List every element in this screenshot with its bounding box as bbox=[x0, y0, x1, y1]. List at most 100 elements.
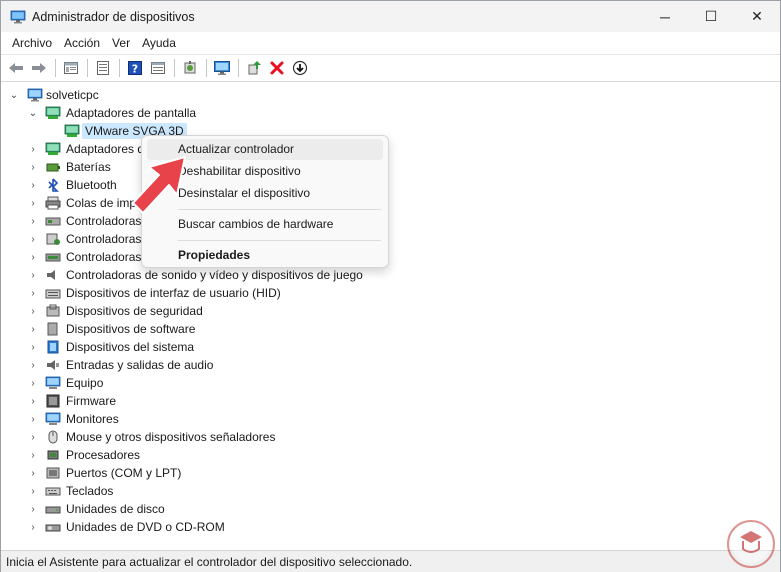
tree-item-category[interactable]: › Controladoras bbox=[1, 248, 780, 266]
tree-item-category[interactable]: › Dispositivos de seguridad bbox=[1, 302, 780, 320]
chevron-right-icon[interactable]: › bbox=[27, 305, 39, 317]
tree-item-label: Controladoras bbox=[66, 250, 142, 264]
chevron-right-icon[interactable]: › bbox=[27, 485, 39, 497]
chevron-right-icon[interactable]: › bbox=[27, 143, 39, 155]
tree-item-label: Dispositivos de interfaz de usuario (HID… bbox=[66, 286, 281, 300]
download-button[interactable] bbox=[289, 57, 311, 79]
keyboard-icon bbox=[45, 487, 61, 496]
add-driver-icon bbox=[248, 61, 261, 75]
toolbar-separator bbox=[119, 59, 120, 77]
menu-ver[interactable]: Ver bbox=[106, 36, 136, 50]
display-adapter-icon bbox=[64, 124, 80, 137]
mouse-icon bbox=[48, 430, 58, 444]
maximize-button[interactable]: ☐ bbox=[688, 1, 734, 32]
tree-item-category[interactable]: › Unidades de DVD o CD-ROM bbox=[1, 518, 780, 536]
disk-icon bbox=[45, 506, 61, 514]
chevron-right-icon[interactable]: › bbox=[27, 233, 39, 245]
display-adapter-icon bbox=[45, 106, 61, 119]
properties-view-button[interactable] bbox=[60, 57, 82, 79]
list-view-button[interactable] bbox=[92, 57, 114, 79]
chevron-right-icon[interactable]: › bbox=[27, 341, 39, 353]
scan-hardware-button[interactable] bbox=[211, 57, 233, 79]
chevron-right-icon[interactable]: › bbox=[27, 323, 39, 335]
tree-item-label: Unidades de DVD o CD-ROM bbox=[66, 520, 225, 534]
chevron-right-icon[interactable]: › bbox=[27, 377, 39, 389]
tree-item-category[interactable]: › Dispositivos del sistema bbox=[1, 338, 780, 356]
chevron-right-icon[interactable]: › bbox=[27, 287, 39, 299]
details-button[interactable] bbox=[147, 57, 169, 79]
svg-text:?: ? bbox=[132, 63, 138, 76]
tree-item-category[interactable]: › Dispositivos de interfaz de usuario (HI… bbox=[1, 284, 780, 302]
chevron-down-icon[interactable]: ⌄ bbox=[27, 107, 39, 119]
tree-item-category[interactable]: › Controladoras bbox=[1, 212, 780, 230]
chevron-down-icon[interactable]: ⌄ bbox=[8, 89, 20, 101]
chevron-right-icon[interactable]: › bbox=[27, 251, 39, 263]
tree-root-row[interactable]: ⌄ solveticpc bbox=[1, 86, 780, 104]
chevron-right-icon[interactable]: › bbox=[27, 215, 39, 227]
tree-item-category[interactable]: › Colas de impr bbox=[1, 194, 780, 212]
tree-item-category[interactable]: › Mouse y otros dispositivos señaladores bbox=[1, 428, 780, 446]
tree-item-label: Teclados bbox=[66, 484, 114, 498]
chevron-right-icon[interactable]: › bbox=[27, 467, 39, 479]
tree-item-vmware-svga[interactable]: VMware SVGA 3D bbox=[1, 122, 780, 140]
tree-item-label: Procesadores bbox=[66, 448, 141, 462]
close-button[interactable]: ✕ bbox=[734, 1, 780, 32]
tree-item-label: Bluetooth bbox=[66, 178, 117, 192]
chevron-right-icon[interactable]: › bbox=[27, 413, 39, 425]
window-title: Administrador de dispositivos bbox=[32, 9, 195, 24]
tree-item-category[interactable]: › Controladoras bbox=[1, 230, 780, 248]
tree-item-category[interactable]: › Controladoras de sonido y vídeo y dispo… bbox=[1, 266, 780, 284]
help-button[interactable]: ? bbox=[124, 57, 146, 79]
tree-item-category[interactable]: › Puertos (COM y LPT) bbox=[1, 464, 780, 482]
forward-button[interactable] bbox=[28, 57, 50, 79]
tree-item-category[interactable]: › Unidades de disco bbox=[1, 500, 780, 518]
bluetooth-icon bbox=[48, 178, 59, 192]
menu-archivo[interactable]: Archivo bbox=[6, 36, 58, 50]
minimize-button[interactable]: ─ bbox=[642, 1, 688, 32]
chevron-right-icon[interactable]: › bbox=[27, 521, 39, 533]
properties-view-icon bbox=[64, 62, 78, 74]
chevron-right-icon[interactable]: › bbox=[27, 449, 39, 461]
chevron-right-icon[interactable]: › bbox=[27, 431, 39, 443]
software-icon bbox=[47, 322, 58, 336]
title-bar[interactable]: Administrador de dispositivos ─ ☐ ✕ bbox=[1, 1, 780, 32]
device-tree[interactable]: ⌄ solveticpc ⌄ Adaptadores de pantalla V… bbox=[1, 83, 780, 550]
add-driver-button[interactable] bbox=[243, 57, 265, 79]
remove-device-button[interactable] bbox=[266, 57, 288, 79]
chevron-right-icon[interactable]: › bbox=[27, 359, 39, 371]
chevron-right-icon[interactable]: › bbox=[27, 503, 39, 515]
menu-ayuda[interactable]: Ayuda bbox=[136, 36, 182, 50]
toolbar-separator bbox=[206, 59, 207, 77]
tree-item-category[interactable]: › Procesadores bbox=[1, 446, 780, 464]
chevron-right-icon[interactable]: › bbox=[27, 179, 39, 191]
tree-item-category[interactable]: › Equipo bbox=[1, 374, 780, 392]
driver-button[interactable] bbox=[179, 57, 201, 79]
chevron-right-icon[interactable]: › bbox=[27, 269, 39, 281]
tree-item-category[interactable]: › Baterías bbox=[1, 158, 780, 176]
controller-icon bbox=[46, 233, 60, 245]
tree-item-label: Monitores bbox=[66, 412, 119, 426]
tree-item-label: Firmware bbox=[66, 394, 116, 408]
tree-item-category[interactable]: › Monitores bbox=[1, 410, 780, 428]
tree-item-label: Equipo bbox=[66, 376, 104, 390]
tree-item-category[interactable]: › Teclados bbox=[1, 482, 780, 500]
chevron-right-icon[interactable]: › bbox=[27, 161, 39, 173]
toolbar-separator bbox=[174, 59, 175, 77]
back-button[interactable] bbox=[5, 57, 27, 79]
tree-item-category[interactable]: › Bluetooth bbox=[1, 176, 780, 194]
menu-accion[interactable]: Acción bbox=[58, 36, 106, 50]
tree-item-category[interactable]: › Adaptadores d bbox=[1, 140, 780, 158]
toolbar-separator bbox=[87, 59, 88, 77]
tree-item-category[interactable]: › Dispositivos de software bbox=[1, 320, 780, 338]
tree-item-category[interactable]: › Entradas y salidas de audio bbox=[1, 356, 780, 374]
hid-icon bbox=[45, 289, 61, 299]
ctx-separator bbox=[178, 209, 381, 210]
chevron-right-icon[interactable]: › bbox=[27, 395, 39, 407]
tree-item-adaptadores-pantalla[interactable]: ⌄ Adaptadores de pantalla bbox=[1, 104, 780, 122]
device-manager-app-icon bbox=[10, 9, 26, 25]
chevron-right-icon[interactable]: › bbox=[27, 197, 39, 209]
audio-io-icon bbox=[47, 360, 59, 370]
annotation-arrow-icon bbox=[132, 156, 186, 214]
ctx-properties[interactable]: Propiedades bbox=[147, 245, 383, 266]
tree-item-category[interactable]: › Firmware bbox=[1, 392, 780, 410]
